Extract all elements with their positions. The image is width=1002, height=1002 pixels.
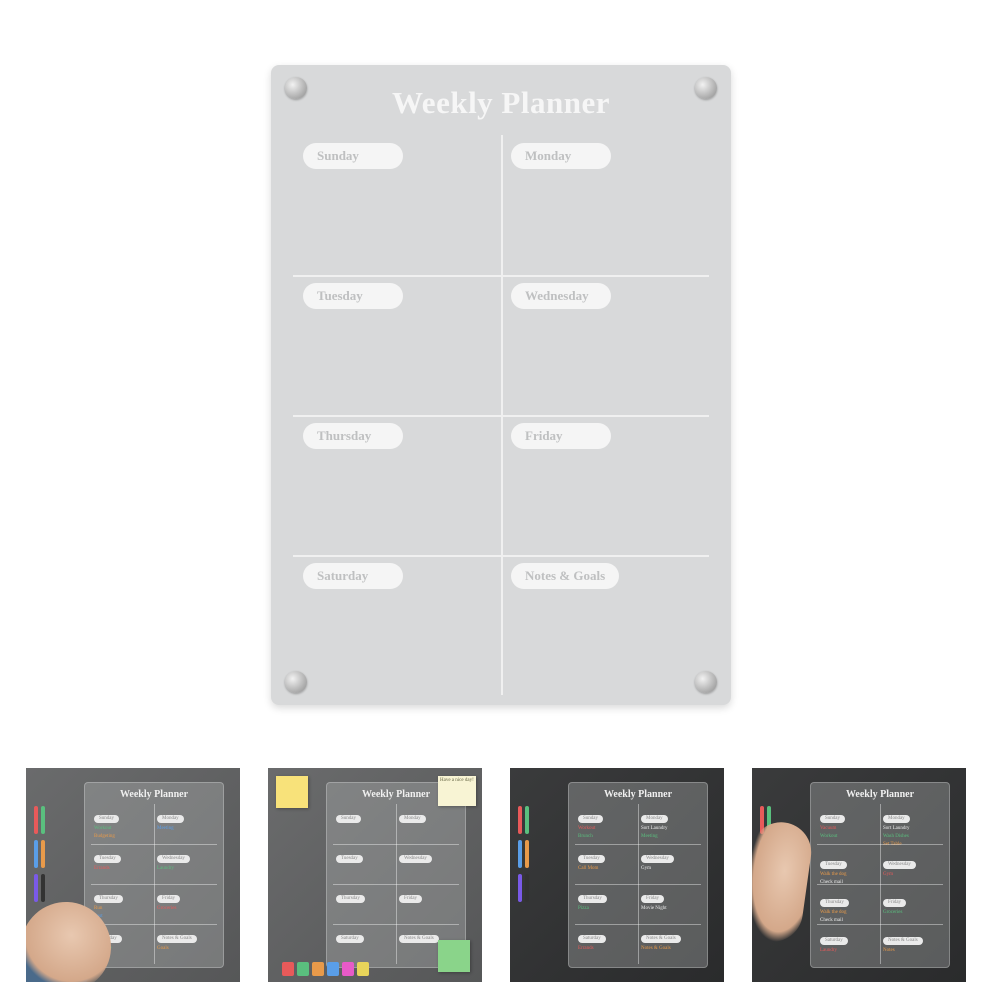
mini-cell: FridayMovie Night	[638, 884, 701, 924]
mini-cell: Friday	[396, 884, 459, 924]
mini-planner: Weekly Planner SundayWorkoutBrunchMondayS…	[568, 782, 708, 968]
screw-icon	[695, 77, 717, 99]
sticky-note	[438, 940, 470, 972]
thumbnail[interactable]: Weekly Planner SundayWorkoutBrunchMondayS…	[510, 768, 724, 982]
mini-cell: SaturdayErrands	[575, 924, 638, 964]
day-label: Wednesday	[511, 283, 611, 309]
thumbnail-row: Weekly PlannerSundayWorkoutBudgetingMond…	[26, 768, 976, 982]
mini-cell: Monday	[396, 804, 459, 844]
thumbnail[interactable]: Weekly PlannerSundayVacuumWorkoutMondayS…	[752, 768, 966, 982]
mini-cell: Thursday	[333, 884, 396, 924]
day-cell-thursday: Thursday	[293, 415, 501, 555]
marker-pens	[34, 806, 45, 902]
day-label: Saturday	[303, 563, 403, 589]
marker-pens	[518, 806, 529, 902]
main-product-area: Weekly Planner Sunday Monday Tuesday Wed…	[0, 0, 1002, 770]
mini-cell: TuesdayWalk the dogCheck mail	[817, 850, 880, 888]
mini-title: Weekly Planner	[575, 789, 701, 800]
mini-cell: Tuesday	[333, 844, 396, 884]
day-label: Monday	[511, 143, 611, 169]
sticky-note: Have a nice day!	[438, 776, 476, 806]
sticky-note	[276, 776, 308, 808]
mini-cell: ThursdayWalk the dogCheck mail	[817, 888, 880, 926]
day-label: Tuesday	[303, 283, 403, 309]
day-cell-monday: Monday	[501, 135, 709, 275]
mini-title: Weekly Planner	[817, 789, 943, 800]
mini-cell: FridayGroceries	[880, 888, 943, 926]
mini-cell: MondaySort LaundryMeeting	[638, 804, 701, 844]
mini-cell: WednesdayLaundry	[154, 844, 217, 884]
mini-cell: Sunday	[333, 804, 396, 844]
mini-cell: SundayWorkoutBrunch	[575, 804, 638, 844]
fridge-magnets	[282, 962, 369, 976]
day-cell-saturday: Saturday	[293, 555, 501, 695]
mini-title: Weekly Planner	[91, 789, 217, 800]
weekly-planner-board: Weekly Planner Sunday Monday Tuesday Wed…	[271, 65, 731, 705]
mini-cell: SundayWorkoutBudgeting	[91, 804, 154, 844]
mini-cell: SaturdayLaundry	[817, 926, 880, 964]
mini-cell: TuesdayErrands	[91, 844, 154, 884]
day-label: Sunday	[303, 143, 403, 169]
day-label: Notes & Goals	[511, 563, 619, 589]
day-label: Thursday	[303, 423, 403, 449]
mini-cell: TuesdayCall Mom	[575, 844, 638, 884]
day-cell-tuesday: Tuesday	[293, 275, 501, 415]
day-cell-friday: Friday	[501, 415, 709, 555]
mini-cell: Notes & GoalsGoals	[154, 924, 217, 964]
day-label: Friday	[511, 423, 611, 449]
mini-cell: Saturday	[333, 924, 396, 964]
planner-grid: Sunday Monday Tuesday Wednesday Thursday…	[293, 135, 709, 695]
screw-icon	[285, 77, 307, 99]
thumbnail[interactable]: Weekly PlannerSundayMondayTuesdayWednesd…	[268, 768, 482, 982]
thumbnail[interactable]: Weekly Planner SundayWorkoutBudgetingMond…	[26, 768, 240, 982]
mini-cell: WednesdayGym	[638, 844, 701, 884]
mini-planner: Weekly PlannerSundayVacuumWorkoutMondayS…	[810, 782, 950, 968]
planner-title: Weekly Planner	[293, 85, 709, 121]
day-cell-sunday: Sunday	[293, 135, 501, 275]
mini-cell: Notes & GoalsNotes	[880, 926, 943, 964]
mini-cell: Notes & GoalsNotes & Goals	[638, 924, 701, 964]
mini-cell: WednesdayGym	[880, 850, 943, 888]
mini-cell: Wednesday	[396, 844, 459, 884]
mini-cell: FridayGroceries	[154, 884, 217, 924]
mini-cell: MondayMeeting	[154, 804, 217, 844]
hand	[752, 818, 815, 945]
day-cell-wednesday: Wednesday	[501, 275, 709, 415]
mini-cell: ThursdayPizza	[575, 884, 638, 924]
day-cell-notes: Notes & Goals	[501, 555, 709, 695]
